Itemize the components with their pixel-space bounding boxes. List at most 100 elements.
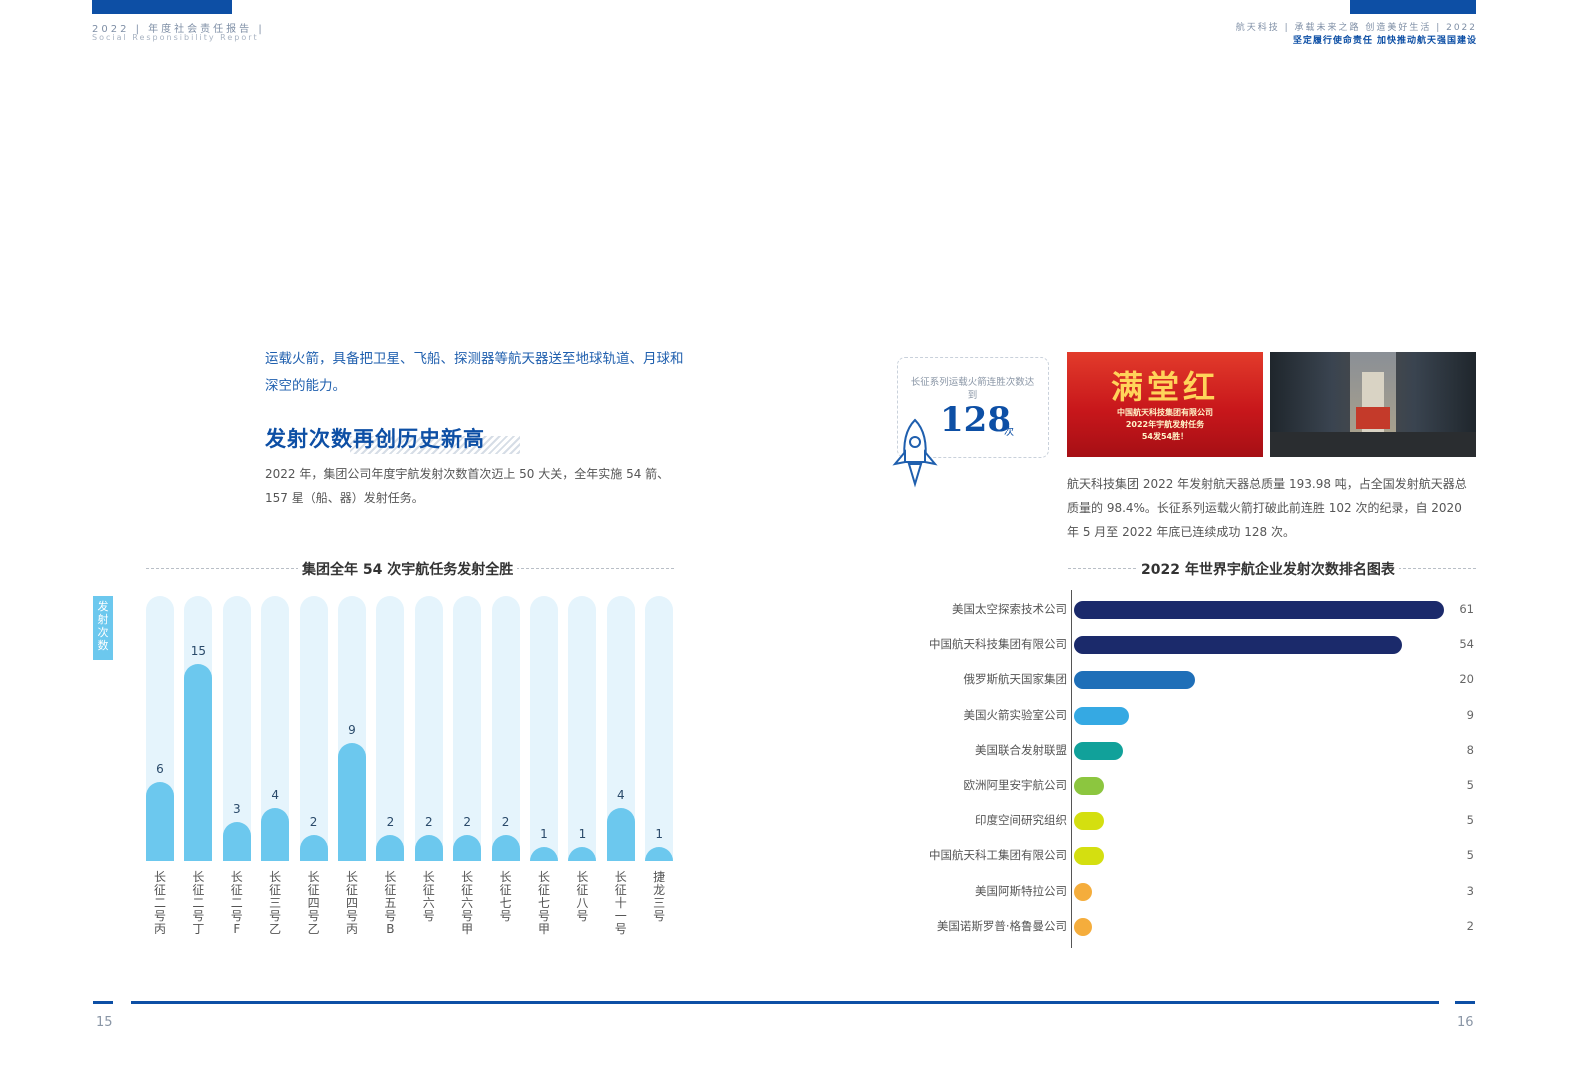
bar-value-label: 3: [232, 801, 241, 816]
ranking-category-label: 印度空间研究组织: [975, 813, 1067, 828]
stat-label: 长征系列运载火箭连胜次数达到: [910, 377, 1035, 401]
page-number-left: 15: [96, 1015, 113, 1030]
bar-value-label: 2: [501, 814, 510, 829]
ranking-bar: [1074, 812, 1105, 831]
launch-bar: [146, 782, 174, 861]
y-axis-label: 发射次数: [93, 596, 113, 660]
ranking-bar: [1074, 636, 1402, 655]
footer-mark-right: [1455, 1001, 1475, 1004]
ranking-axis: [1071, 590, 1072, 948]
launch-bar: [338, 742, 366, 861]
ranking-bar: [1074, 601, 1444, 619]
bar-value-label: 2: [463, 814, 471, 829]
right-chart-title: 2022 年世界宇航企业发射次数排名图表: [1137, 559, 1399, 579]
right-paragraph: 航天科技集团 2022 年发射航天器总质量 193.98 吨，占全国发射航天器总…: [1067, 477, 1467, 539]
footer-rule: [131, 1001, 1439, 1004]
left-chart-title: 集团全年 54 次宇航任务发射全胜: [298, 559, 518, 579]
bar-category-label: 长征五号B: [384, 870, 397, 936]
ranking-value-label: 5: [1466, 848, 1474, 863]
ranking-category-label: 中国航天科技集团有限公司: [929, 637, 1067, 652]
bar-category-label: 长征六号甲: [461, 870, 474, 936]
launch-bar: [376, 834, 405, 861]
ranking-value-label: 5: [1466, 813, 1474, 828]
header-left-subtitle: Social Responsibility Report: [92, 33, 259, 42]
celebration-photo: 满堂红 中国航天科技集团有限公司 2022年宇航发射任务 54发54胜！: [1067, 352, 1263, 457]
bar-value-label: 4: [616, 788, 625, 803]
photo-banner-line1: 中国航天科技集团有限公司: [1117, 408, 1213, 417]
ranking-bar: [1074, 777, 1105, 795]
bar-value-label: 1: [655, 827, 663, 841]
header-right-title: 航天科技 | 承载未来之路 创造美好生活 | 2022: [1235, 23, 1477, 33]
bar-value-label: 2: [386, 814, 395, 829]
bar-category-label: 捷龙三号: [653, 870, 666, 923]
photo-banner-line2: 2022年宇航发射任务: [1125, 420, 1205, 429]
ranking-category-label: 美国联合发射联盟: [975, 742, 1067, 757]
ranking-category-label: 美国火箭实验室公司: [963, 707, 1068, 722]
launch-tower-photo: [1270, 352, 1476, 457]
ranking-value-label: 20: [1459, 672, 1474, 687]
ranking-value-label: 2: [1466, 918, 1474, 933]
bar-value-label: 6: [156, 762, 164, 777]
bar-value-label: 4: [271, 788, 279, 803]
ranking-value-label: 9: [1466, 707, 1474, 722]
bar-category-label: 长征十一号: [614, 870, 627, 936]
ranking-bar: [1074, 847, 1105, 866]
ranking-value-label: 54: [1459, 637, 1474, 652]
page-number-right: 16: [1457, 1015, 1474, 1030]
header-right-subtitle: 坚定履行使命责任 加快推动航天强国建设: [1292, 36, 1477, 46]
launch-bar: [299, 834, 328, 861]
left-paragraph: 2022 年，集团公司年度宇航发射次数首次迈上 50 大关，全年实施 54 箭、…: [265, 467, 670, 505]
bar-track: [645, 596, 674, 861]
stat-unit: 次: [1004, 427, 1014, 438]
rocket-icon: [892, 418, 938, 488]
section-title: 发射次数再创历史新高: [265, 427, 485, 451]
launch-bar: [491, 834, 520, 861]
launch-bar: [222, 821, 251, 861]
ranking-value-label: 3: [1466, 883, 1474, 898]
bar-category-label: 长征七号甲: [537, 870, 550, 936]
launch-bar: [414, 834, 443, 861]
bar-category-label: 长征六号: [422, 870, 435, 923]
bar-category-label: 长征二号丁: [192, 870, 205, 936]
bar-value-label: 1: [540, 827, 548, 841]
bar-track: [568, 596, 597, 861]
header-bar-right: [1350, 0, 1476, 14]
ranking-category-label: 俄罗斯航天国家集团: [963, 672, 1068, 687]
bar-category-label: 长征三号乙: [269, 870, 282, 936]
launch-bar: [261, 808, 290, 861]
stat-value: 128: [940, 400, 1011, 440]
bar-value-label: 2: [309, 814, 318, 829]
bar-category-label: 长征四号丙: [345, 870, 358, 936]
bar-value-label: 15: [190, 644, 207, 658]
ranking-bar: [1074, 882, 1093, 901]
footer-mark-left: [93, 1001, 113, 1004]
ranking-bar: [1074, 671, 1196, 690]
bar-category-label: 长征七号: [499, 870, 512, 923]
bar-category-label: 长征四号乙: [307, 870, 320, 936]
bar-track: [530, 596, 558, 861]
header-bar-left: [92, 0, 232, 14]
bar-category-label: 长征二号丙: [153, 870, 166, 936]
intro-text: 运载火箭，具备把卫星、飞船、探测器等航天器送至地球轨道、月球和深空的能力。: [265, 351, 684, 394]
ranking-bar: [1074, 741, 1123, 760]
ranking-category-label: 欧洲阿里安宇航公司: [963, 778, 1068, 792]
launch-bar: [606, 808, 635, 861]
bar-category-label: 长征八号: [576, 870, 589, 923]
ranking-value-label: 61: [1459, 602, 1474, 616]
bar-value-label: 2: [424, 814, 433, 829]
photo-banner-line3: 54发54胜！: [1141, 432, 1189, 441]
ranking-value-label: 8: [1466, 742, 1474, 757]
bar-category-label: 长征二号F: [230, 870, 243, 936]
ranking-category-label: 美国阿斯特拉公司: [975, 883, 1067, 898]
ranking-bar: [1074, 706, 1129, 725]
ranking-bar: [1074, 917, 1092, 936]
launch-bar: [184, 664, 213, 861]
ranking-category-label: 美国诺斯罗普·格鲁曼公司: [936, 918, 1067, 933]
launch-bar: [453, 834, 482, 861]
photo-banner-title: 满堂红: [1110, 368, 1219, 406]
bar-value-label: 1: [578, 827, 587, 841]
ranking-value-label: 5: [1466, 778, 1474, 792]
ranking-category-label: 美国太空探索技术公司: [952, 602, 1067, 616]
bar-value-label: 9: [348, 722, 356, 737]
ranking-category-label: 中国航天科工集团有限公司: [929, 848, 1067, 863]
